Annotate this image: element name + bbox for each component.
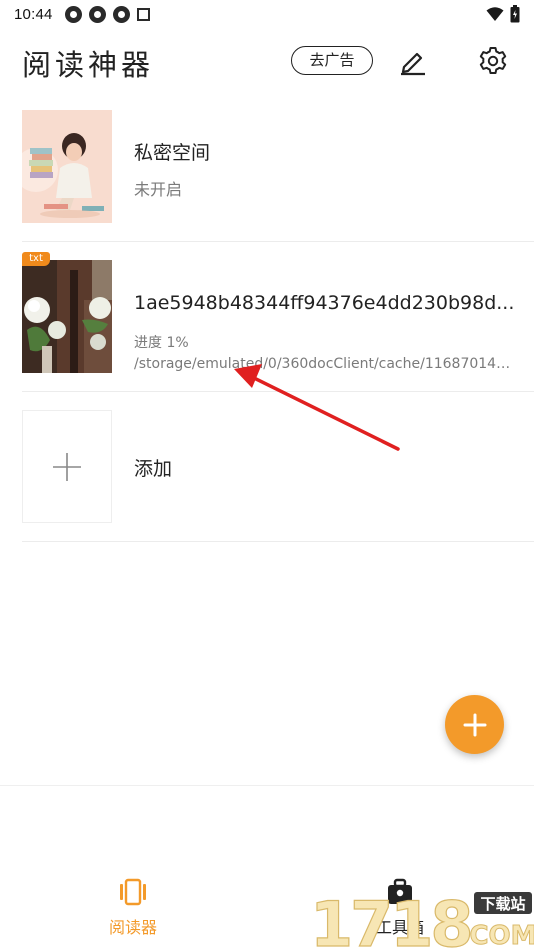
- gear-icon[interactable]: [477, 45, 509, 77]
- private-space-cover-image: [22, 110, 112, 223]
- book-progress: 进度 1%: [134, 335, 189, 351]
- private-space-status: 未开启: [134, 180, 183, 199]
- edit-icon[interactable]: [398, 46, 428, 76]
- book-title: 1ae5948b48344ff94376e4dd230b98d...: [134, 292, 515, 314]
- nav-reader-tab[interactable]: 阅读器: [73, 878, 193, 938]
- private-space-title: 私密空间: [134, 142, 211, 164]
- system-icons: [486, 5, 520, 23]
- remove-ads-button[interactable]: 去广告: [291, 46, 373, 75]
- watermark-text-bottom: COM: [469, 921, 534, 950]
- private-space-item[interactable]: 私密空间 未开启: [22, 92, 534, 242]
- watermark-text-top: 下载站: [480, 895, 525, 913]
- app-header: 阅读神器 去广告: [0, 40, 534, 84]
- notification-icons: [64, 5, 150, 23]
- book-item[interactable]: txt 1ae5948b48344ff94376e4dd230b98d... 进…: [22, 242, 534, 392]
- add-book-label: 添加: [134, 458, 173, 480]
- plus-icon: [53, 452, 81, 481]
- book-cover-image: [22, 260, 112, 373]
- app-notification-icon: [112, 5, 130, 23]
- bottom-divider: [0, 785, 534, 786]
- wifi-icon: [486, 7, 504, 21]
- a-notification-icon: [136, 7, 150, 21]
- add-book-item[interactable]: 添加: [22, 392, 534, 542]
- app-title: 阅读神器: [22, 48, 155, 82]
- book-list: 私密空间 未开启 txt 1ae5948b48344ff94376e4dd230…: [0, 92, 534, 542]
- battery-icon: [510, 5, 520, 23]
- app-notification-icon: [88, 5, 106, 23]
- book-file-path: /storage/emulated/0/360docClient/cache/1…: [134, 356, 518, 372]
- file-type-badge: txt: [22, 252, 50, 266]
- add-fab-button[interactable]: [445, 695, 504, 754]
- watermark-logo: 1718 下载站 COM: [308, 887, 534, 950]
- plus-icon: [463, 713, 486, 736]
- app-notification-icon: [64, 5, 82, 23]
- add-book-placeholder: [22, 410, 112, 523]
- status-time: 10:44: [14, 5, 53, 23]
- status-bar: 10:44: [0, 0, 534, 28]
- reader-icon: [120, 878, 146, 906]
- watermark-digits: 1718: [310, 888, 471, 950]
- nav-reader-label: 阅读器: [108, 918, 157, 937]
